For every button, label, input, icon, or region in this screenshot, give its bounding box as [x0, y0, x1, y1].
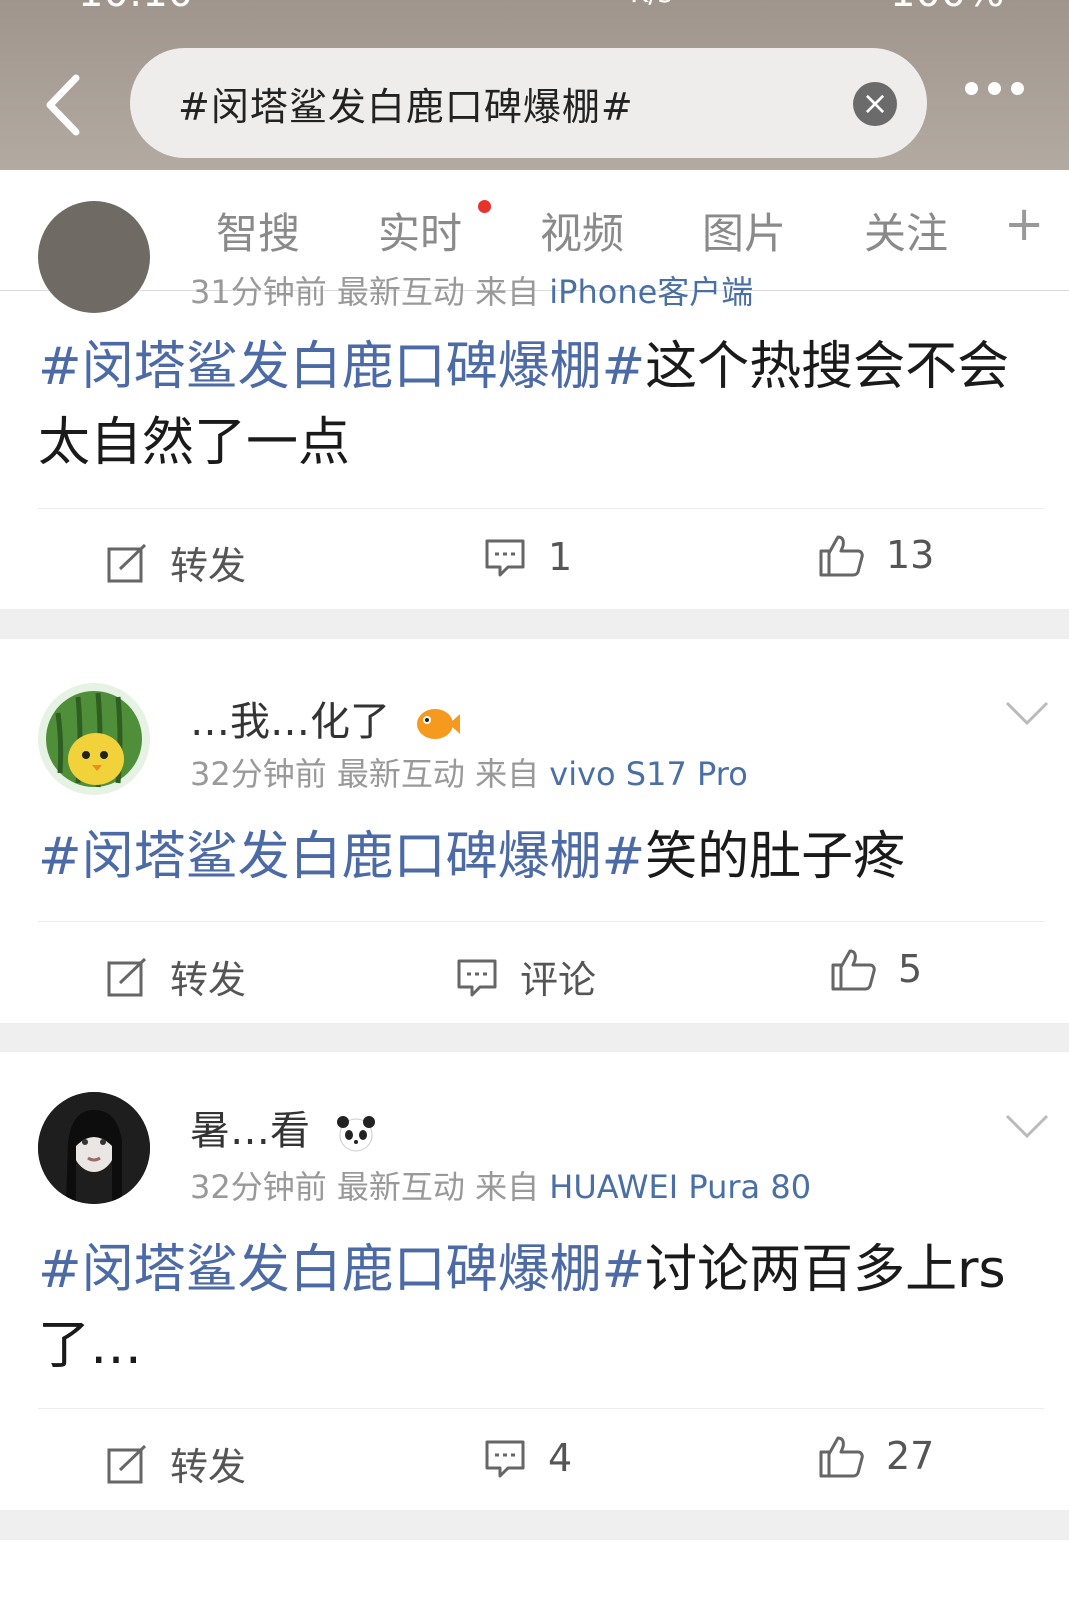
repost-button[interactable]: 转发 [106, 535, 246, 590]
username[interactable]: …我…化了 [190, 689, 461, 747]
status-time: 10:10 [78, 0, 193, 16]
repost-label: 转发 [170, 958, 247, 1002]
post-time: 32分钟前 [190, 1168, 327, 1206]
repost-button[interactable]: 转发 [106, 949, 246, 1004]
post-source: HUAWEI Pura 80 [549, 1168, 812, 1206]
comment-button[interactable]: 评论 [456, 949, 596, 1004]
avatar[interactable] [38, 1092, 150, 1204]
like-count: 5 [898, 947, 923, 991]
thumbs-up-icon [819, 1436, 864, 1478]
comment-label: 评论 [520, 958, 597, 1002]
divider [38, 921, 1044, 922]
panda-emoji-icon [336, 1116, 375, 1152]
plus-icon[interactable]: + [1004, 196, 1044, 252]
post-from: 来自 [475, 1168, 540, 1206]
post-card: 31分钟前 最新互动 来自 iPhone客户端 #闵塔鲨发白鹿口碑爆棚#这个热搜… [0, 201, 1069, 609]
post-time: 32分钟前 [190, 755, 327, 793]
repost-button[interactable]: 转发 [106, 1436, 246, 1491]
thumbs-up-icon [819, 535, 864, 577]
post-activity: 最新互动 [336, 1168, 465, 1206]
more-dots-icon [965, 80, 1034, 99]
hashtag-link[interactable]: #闵塔鲨发白鹿口碑爆棚# [38, 1240, 645, 1300]
post-card-next [0, 1540, 1069, 1617]
tab-following[interactable]: 关注 [864, 200, 948, 261]
comment-count: 1 [548, 535, 573, 579]
post-card: 暑…看 32分钟前 最新互动 来自 HUAWEI Pura 80 #闵塔鲨发白鹿… [0, 1052, 1069, 1510]
post-text[interactable]: #闵塔鲨发白鹿口碑爆棚#这个热搜会不会太自然了一点 [38, 329, 1028, 481]
post-meta: 32分钟前 最新互动 来自 vivo S17 Pro [190, 749, 748, 795]
search-input[interactable]: #闵塔鲨发白鹿口碑爆棚# [178, 76, 634, 131]
comment-icon [485, 1440, 525, 1478]
chevron-left-icon [46, 74, 80, 136]
comment-icon [485, 539, 525, 577]
like-button[interactable]: 27 [818, 1434, 934, 1478]
thumbs-up-icon [831, 949, 876, 991]
tab-video[interactable]: 视频 [540, 200, 624, 261]
like-button[interactable]: 5 [830, 947, 922, 991]
search-box[interactable]: #闵塔鲨发白鹿口碑爆棚# × [130, 48, 927, 158]
post-body: 笑的肚子疼 [645, 827, 906, 887]
comment-button[interactable]: 1 [484, 535, 572, 579]
post-meta: 32分钟前 最新互动 来自 HUAWEI Pura 80 [190, 1162, 811, 1208]
comment-button[interactable]: 4 [484, 1436, 572, 1480]
post-time: 31分钟前 [190, 273, 327, 311]
status-battery: 100% [890, 0, 1004, 16]
username[interactable]: 暑…看 [190, 1098, 379, 1156]
chevron-down-icon[interactable] [1005, 699, 1049, 729]
post-card: …我…化了 32分钟前 最新互动 来自 vivo S17 Pro #闵塔鲨发白鹿… [0, 639, 1069, 1023]
repost-label: 转发 [170, 1445, 247, 1489]
username-text: 暑…看 [190, 1108, 310, 1154]
divider [38, 1408, 1044, 1409]
status-speed: K/s [630, 0, 672, 9]
close-circle-icon[interactable]: × [853, 82, 897, 126]
tab-images[interactable]: 图片 [702, 200, 786, 261]
status-bar: 10:10 K/s 100% [0, 0, 1069, 16]
post-from: 来自 [475, 755, 540, 793]
post-source: vivo S17 Pro [549, 755, 748, 793]
post-source: iPhone客户端 [549, 273, 754, 311]
post-activity: 最新互动 [336, 273, 465, 311]
chevron-down-icon[interactable] [1005, 1112, 1049, 1142]
divider [38, 508, 1044, 509]
like-count: 13 [886, 533, 935, 577]
realtime-badge-dot [478, 200, 491, 213]
post-activity: 最新互动 [336, 755, 465, 793]
top-bar: 10:10 K/s 100% #闵塔鲨发白鹿口碑爆棚# × [0, 0, 1069, 170]
share-edit-icon [107, 957, 147, 996]
avatar[interactable] [38, 201, 150, 313]
post-text[interactable]: #闵塔鲨发白鹿口碑爆棚#讨论两百多上rs了… [38, 1232, 1028, 1384]
post-text[interactable]: #闵塔鲨发白鹿口碑爆棚#笑的肚子疼 [38, 819, 1028, 895]
comment-count: 4 [548, 1436, 573, 1480]
fish-emoji-icon [416, 709, 460, 739]
post-meta: 31分钟前 最新互动 来自 iPhone客户端 [190, 267, 753, 313]
share-edit-icon [107, 1444, 147, 1483]
comment-icon [457, 959, 497, 996]
username-text: …我…化了 [190, 699, 390, 745]
more-button[interactable] [965, 80, 1045, 120]
portrait-avatar-icon [38, 1092, 150, 1204]
like-button[interactable]: 13 [818, 533, 934, 577]
like-count: 27 [886, 1434, 935, 1478]
repost-label: 转发 [170, 544, 247, 588]
tab-realtime[interactable]: 实时 [378, 200, 462, 261]
tab-smart-search[interactable]: 智搜 [216, 200, 300, 261]
back-button[interactable] [40, 70, 90, 140]
watermelon-avatar-icon [46, 691, 142, 788]
post-from: 来自 [475, 273, 540, 311]
hashtag-link[interactable]: #闵塔鲨发白鹿口碑爆棚# [38, 827, 645, 887]
avatar[interactable] [38, 683, 150, 795]
share-edit-icon [107, 543, 147, 582]
hashtag-link[interactable]: #闵塔鲨发白鹿口碑爆棚# [38, 337, 645, 397]
